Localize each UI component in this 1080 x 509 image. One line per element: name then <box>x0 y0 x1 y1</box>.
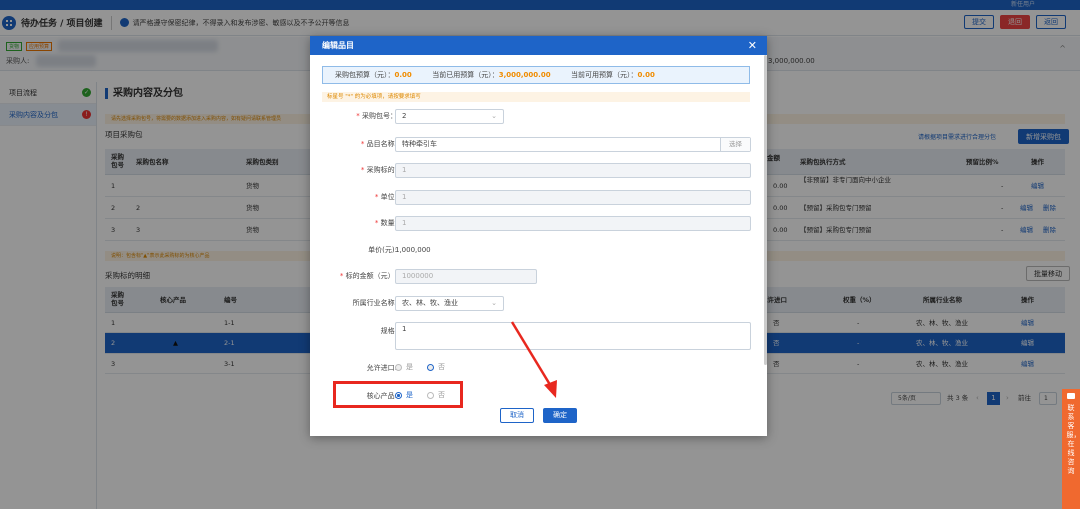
contact-text: 联系客服，在线咨询 <box>1066 404 1080 475</box>
mail-icon <box>1067 393 1075 399</box>
contact-support-float[interactable]: 联系客服，在线咨询 <box>1062 389 1080 509</box>
annotation-arrow <box>510 321 557 398</box>
